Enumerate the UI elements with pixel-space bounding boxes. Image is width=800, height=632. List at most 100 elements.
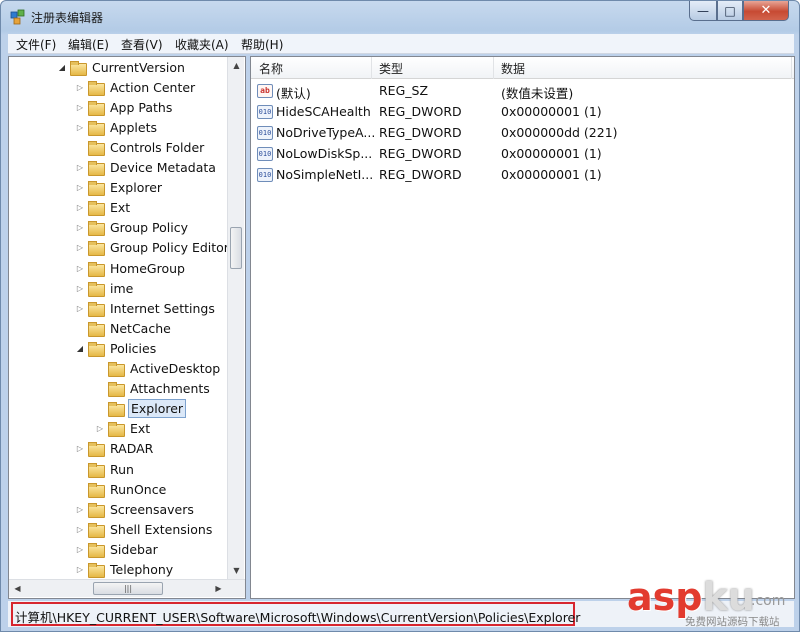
tree-node[interactable]: ◢ Policies — [75, 338, 158, 358]
expand-arrow-icon[interactable]: ▷ — [75, 304, 85, 313]
registry-key-tree[interactable]: ◢ CurrentVersion ▷ Action Center ▷ App Paths ▷… — [8, 56, 246, 599]
tree-node-label-selected[interactable]: Explorer — [128, 399, 187, 419]
tree-vertical-scrollbar[interactable]: ▲ ▼ — [227, 57, 244, 579]
tree-node[interactable]: ▷ Sidebar — [75, 539, 160, 559]
tree-node-label[interactable]: Ext — [108, 199, 132, 216]
tree-node[interactable]: ▷ HomeGroup — [75, 258, 187, 278]
tree-node-label[interactable]: Controls Folder — [108, 139, 206, 156]
scroll-right-icon[interactable]: ▶ — [210, 580, 227, 597]
title-bar[interactable]: 注册表编辑器 — □ ✕ — [1, 1, 799, 33]
expand-arrow-icon[interactable]: ▷ — [75, 223, 85, 232]
tree-node-label[interactable]: Telephony — [108, 561, 175, 578]
expand-arrow-icon[interactable]: ▷ — [75, 505, 85, 514]
tree-node-label[interactable]: RADAR — [108, 440, 155, 457]
expand-arrow-icon[interactable]: ▷ — [75, 284, 85, 293]
menu-view[interactable]: 查看(V) — [121, 36, 163, 53]
horizontal-scroll-thumb[interactable]: ||| — [93, 582, 163, 595]
tree-node[interactable]: ◢ CurrentVersion — [57, 57, 187, 77]
tree-horizontal-scrollbar[interactable]: ◀ ||| ▶ — [9, 579, 245, 597]
tree-node-label[interactable]: App Paths — [108, 99, 174, 116]
tree-node[interactable]: ▷ Explorer — [75, 178, 164, 198]
tree-node-label[interactable]: Shell Extensions — [108, 521, 214, 538]
scroll-up-icon[interactable]: ▲ — [228, 57, 245, 74]
tree-node[interactable]: Controls Folder — [75, 137, 206, 157]
column-divider[interactable] — [791, 57, 792, 79]
tree-node[interactable]: ▷ Internet Settings — [75, 298, 217, 318]
tree-node[interactable]: ▷ Group Policy — [75, 218, 190, 238]
expand-arrow-icon[interactable]: ▷ — [75, 545, 85, 554]
expand-arrow-icon[interactable]: ▷ — [75, 525, 85, 534]
tree-node-label[interactable]: Screensavers — [108, 501, 196, 518]
tree-node[interactable]: Explorer — [95, 399, 187, 419]
tree-node[interactable]: ▷ App Paths — [75, 97, 174, 117]
expand-arrow-icon[interactable]: ▷ — [75, 183, 85, 192]
tree-node[interactable]: RunOnce — [75, 479, 168, 499]
column-header-type[interactable]: 类型 — [379, 60, 403, 77]
tree-node[interactable]: ▷ Ext — [95, 419, 152, 439]
tree-node-label[interactable]: ActiveDesktop — [128, 360, 222, 377]
value-row[interactable]: ab (默认) REG_SZ (数值未设置) — [251, 81, 794, 102]
registry-values-list[interactable]: 名称 类型 数据 ab (默认) REG_SZ (数值未设置) 010 HideSCAHe… — [250, 56, 795, 599]
tree-node[interactable]: Attachments — [95, 379, 212, 399]
value-row[interactable]: 010 NoSimpleNetI... REG_DWORD 0x00000001 (1… — [251, 165, 794, 186]
tree-node-label[interactable]: Action Center — [108, 79, 197, 96]
scroll-down-icon[interactable]: ▼ — [228, 562, 245, 579]
expand-arrow-icon[interactable]: ▷ — [75, 163, 85, 172]
tree-node-label[interactable]: Ext — [128, 420, 152, 437]
expand-arrow-icon[interactable]: ▷ — [75, 565, 85, 574]
expand-arrow-icon[interactable]: ▷ — [75, 123, 85, 132]
column-header-data[interactable]: 数据 — [501, 60, 525, 77]
tree-node[interactable]: ▷ ime — [75, 278, 135, 298]
menu-help[interactable]: 帮助(H) — [241, 36, 283, 53]
value-row[interactable]: 010 HideSCAHealth REG_DWORD 0x00000001 (1) — [251, 102, 794, 123]
tree-node-label[interactable]: Sidebar — [108, 541, 160, 558]
vertical-scroll-thumb[interactable] — [230, 227, 242, 269]
tree-node[interactable]: NetCache — [75, 318, 173, 338]
maximize-button[interactable]: □ — [717, 1, 743, 21]
tree-node-label[interactable]: RunOnce — [108, 481, 168, 498]
tree-node[interactable]: ▷ RADAR — [75, 439, 155, 459]
minimize-button[interactable]: — — [689, 1, 717, 21]
tree-node-label[interactable]: NetCache — [108, 320, 173, 337]
tree-node[interactable]: ▷ Screensavers — [75, 499, 196, 519]
tree-node-label[interactable]: Applets — [108, 119, 159, 136]
column-header-name[interactable]: 名称 — [259, 60, 283, 77]
tree-node[interactable]: ▷ Device Metadata — [75, 158, 218, 178]
collapse-arrow-icon[interactable]: ◢ — [57, 63, 67, 72]
tree-node-label[interactable]: Explorer — [108, 179, 164, 196]
expand-arrow-icon[interactable]: ▷ — [75, 103, 85, 112]
tree-node-label[interactable]: Attachments — [128, 380, 212, 397]
tree-node-label[interactable]: Device Metadata — [108, 159, 218, 176]
expand-arrow-icon[interactable]: ▷ — [75, 203, 85, 212]
menu-edit[interactable]: 编辑(E) — [68, 36, 109, 53]
tree-node-label[interactable]: Policies — [108, 340, 158, 357]
tree-node[interactable]: ▷ Action Center — [75, 77, 197, 97]
tree-node[interactable]: ▷ Shell Extensions — [75, 519, 214, 539]
tree-node[interactable]: ▷ Group Policy Editor — [75, 238, 231, 258]
tree-node-label[interactable]: Group Policy Editor — [108, 239, 231, 256]
tree-node[interactable]: Run — [75, 459, 136, 479]
tree-node-label[interactable]: Run — [108, 461, 136, 478]
tree-node[interactable]: ▷ Applets — [75, 117, 159, 137]
tree-node[interactable]: ▷ Ext — [75, 198, 132, 218]
tree-node-label[interactable]: ime — [108, 280, 135, 297]
column-divider[interactable] — [493, 57, 494, 79]
tree-node-label[interactable]: HomeGroup — [108, 260, 187, 277]
menu-file[interactable]: 文件(F) — [16, 36, 56, 53]
expand-arrow-icon[interactable]: ▷ — [75, 243, 85, 252]
scroll-left-icon[interactable]: ◀ — [9, 580, 26, 597]
value-row[interactable]: 010 NoDriveTypeA... REG_DWORD 0x000000dd (2… — [251, 123, 794, 144]
expand-arrow-icon[interactable]: ▷ — [95, 424, 105, 433]
tree-node-label[interactable]: Internet Settings — [108, 300, 217, 317]
value-row[interactable]: 010 NoLowDiskSp... REG_DWORD 0x00000001 (1) — [251, 144, 794, 165]
menu-favorites[interactable]: 收藏夹(A) — [175, 36, 229, 53]
expand-arrow-icon[interactable]: ▷ — [75, 264, 85, 273]
tree-node[interactable]: ActiveDesktop — [95, 359, 222, 379]
expand-arrow-icon[interactable]: ▷ — [75, 444, 85, 453]
tree-node[interactable]: ▷ Telephony — [75, 560, 175, 580]
column-divider[interactable] — [371, 57, 372, 79]
tree-node-label[interactable]: CurrentVersion — [90, 59, 187, 76]
close-button[interactable]: ✕ — [743, 1, 789, 21]
expand-arrow-icon[interactable]: ▷ — [75, 83, 85, 92]
tree-node-label[interactable]: Group Policy — [108, 219, 190, 236]
